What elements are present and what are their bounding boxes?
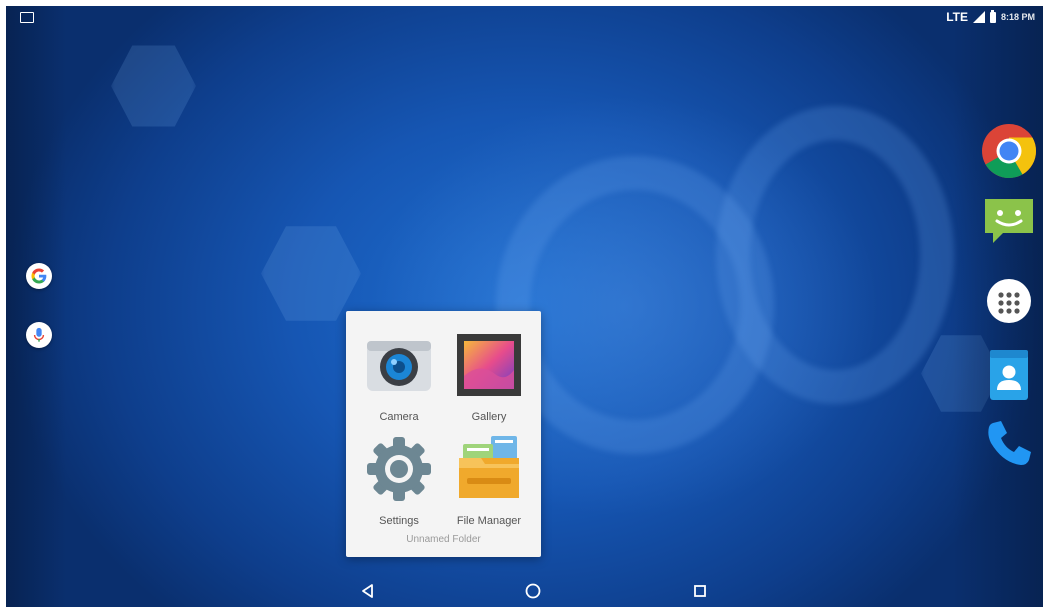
folder-app-camera[interactable]: Camera: [354, 329, 444, 439]
folder-app-gallery[interactable]: Gallery: [444, 329, 534, 439]
voice-search-button[interactable]: [26, 322, 52, 348]
file-manager-icon: [459, 436, 519, 498]
back-icon: [362, 584, 373, 598]
wallpaper-hexagon: [261, 226, 361, 321]
wallpaper-ring: [716, 106, 954, 404]
mic-icon: [33, 327, 45, 342]
home-button[interactable]: [520, 578, 546, 604]
battery-icon: [989, 9, 996, 23]
google-search-button[interactable]: [26, 263, 52, 289]
wallpaper-shade-left: [6, 6, 66, 607]
home-screen: LTE 8:18 PM Camera Gallery Settings File…: [6, 6, 1043, 607]
navigation-bar: [6, 576, 1043, 607]
clock: 8:18 PM: [1000, 12, 1035, 22]
contacts-app[interactable]: [980, 346, 1038, 404]
phone-app[interactable]: [980, 414, 1038, 472]
wallpaper-hexagon: [111, 45, 196, 127]
app-folder-popup: Camera Gallery Settings File Manager Unn…: [346, 311, 541, 557]
signal-icon: [972, 11, 985, 23]
status-icons: LTE 8:18 PM: [946, 9, 1035, 24]
gallery-icon: [457, 334, 521, 396]
settings-gear-icon: [367, 437, 431, 501]
app-label: Settings: [379, 515, 419, 527]
network-type: LTE: [946, 10, 968, 24]
google-icon: [31, 268, 47, 284]
chrome-icon: [982, 124, 1036, 179]
folder-app-file-manager[interactable]: File Manager: [444, 433, 534, 543]
messaging-app[interactable]: [980, 192, 1038, 250]
app-drawer-icon: [987, 279, 1031, 323]
recents-icon: [694, 585, 706, 597]
back-button[interactable]: [355, 578, 381, 604]
app-label: Camera: [379, 411, 419, 423]
app-label: Gallery: [471, 411, 507, 423]
status-bar: LTE 8:18 PM: [6, 6, 1043, 30]
app-label: File Manager: [456, 515, 522, 527]
chrome-app[interactable]: [980, 122, 1038, 180]
folder-name[interactable]: Unnamed Folder: [346, 534, 541, 545]
folder-app-settings[interactable]: Settings: [354, 433, 444, 543]
messaging-icon: [985, 199, 1033, 243]
screenshot-notification-icon: [20, 12, 34, 23]
app-drawer-button[interactable]: [980, 272, 1038, 330]
phone-icon: [988, 421, 1031, 465]
recents-button[interactable]: [687, 578, 713, 604]
home-icon: [525, 583, 541, 599]
camera-icon: [367, 341, 431, 391]
contacts-icon: [990, 350, 1028, 400]
